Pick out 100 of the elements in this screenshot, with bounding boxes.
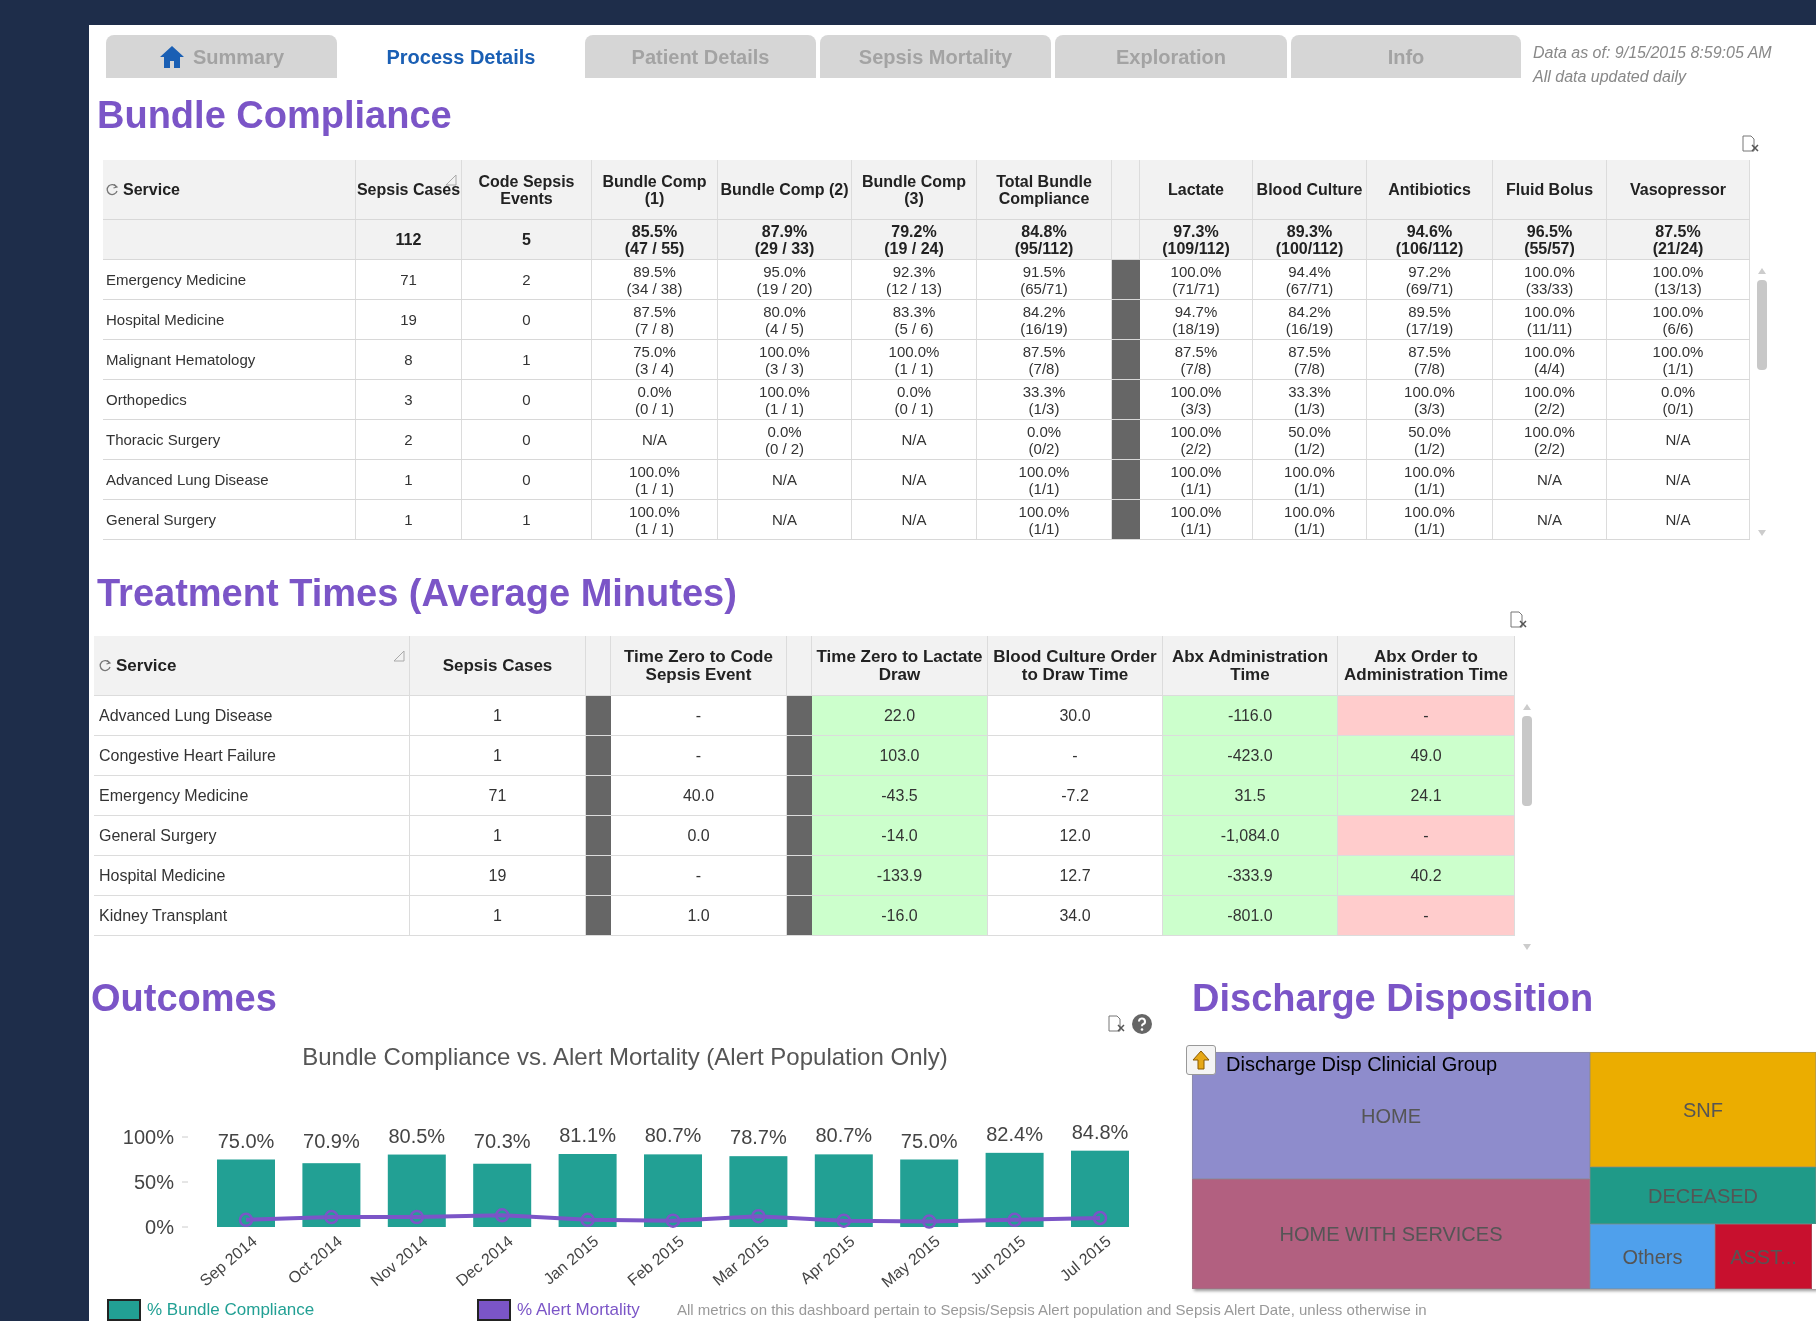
column-header[interactable]: Bundle Comp (1) (592, 160, 718, 219)
table-cell: 31.5 (1163, 776, 1338, 815)
column-header[interactable]: Sepsis Cases (356, 160, 462, 219)
table-cell: 112 (356, 220, 462, 259)
point (921, 1214, 937, 1229)
table-cell: General Surgery (94, 816, 410, 855)
table-cell: 100.0% (6/6) (1607, 300, 1750, 339)
table-cell: 2 (356, 420, 462, 459)
table-cell: 0.0% (0 / 1) (592, 380, 718, 419)
point (1007, 1212, 1022, 1228)
section-heading: Discharge Disposition (1192, 976, 1594, 1021)
table-cell: 87.9% (29 / 33) (718, 220, 852, 259)
table-cell: -133.9 (812, 856, 988, 895)
clear-selection-icon[interactable] (1509, 611, 1529, 629)
data-label: 78.7% (730, 1126, 787, 1149)
bar (900, 1159, 959, 1227)
table-cell: 3 (356, 380, 462, 419)
data-date-text: Data as of: 9/15/2015 8:59:05 AM (1533, 43, 1772, 63)
table-cell: 100.0% (1/1) (1607, 340, 1750, 379)
clear-selection-icon[interactable] (1741, 135, 1761, 153)
column-header[interactable]: Service (123, 181, 180, 198)
table-cell: 79.2% (19 / 24) (852, 220, 977, 259)
column-header[interactable]: Bundle Comp (2) (718, 160, 852, 219)
table-cell: Advanced Lung Disease (94, 696, 410, 735)
table-cell: 0.0% (0/1) (1607, 380, 1750, 419)
table-cell: 1 (462, 340, 592, 379)
table-cell: 0 (462, 420, 592, 459)
table-cell: 0.0% (0 / 2) (718, 420, 852, 459)
table-cell: - (1338, 896, 1515, 935)
data-label: 75.0% (900, 1129, 958, 1152)
table-cell: 94.4% (67/71) (1253, 260, 1367, 299)
column-header[interactable]: Sepsis Cases (410, 636, 586, 695)
column-header[interactable]: Blood Culture Order to Draw Time (988, 636, 1163, 695)
table-cell: 80.0% (4 / 5) (718, 300, 852, 339)
table-cell: 87.5% (21/24) (1607, 220, 1750, 259)
table-cell: Thoracic Surgery (103, 420, 356, 459)
bar (729, 1156, 788, 1227)
table-cell: 84.2% (16/19) (1253, 300, 1367, 339)
column-header[interactable]: Time Zero to Lactate Draw (812, 636, 988, 695)
table-cell: -14.0 (812, 816, 988, 855)
table-cell: 89.5% (17/19) (1367, 300, 1493, 339)
data-label: 81.1% (559, 1124, 616, 1146)
bar (473, 1163, 532, 1227)
sort-icon[interactable] (393, 650, 405, 662)
point (494, 1208, 510, 1223)
table-cell: 100.0% (1 / 1) (718, 380, 852, 419)
table-cell: 1 (356, 500, 462, 539)
table-cell: Orthopedics (103, 380, 356, 419)
table-cell: Malignant Hematology (103, 340, 356, 379)
table-cell: 89.3% (100/112) (1253, 220, 1367, 259)
column-header[interactable]: Bundle Comp (3) (852, 160, 977, 219)
table-cell: 0 (462, 460, 592, 499)
column-header[interactable]: Service (116, 656, 177, 675)
table-cell: 84.8% (95/112) (977, 220, 1112, 259)
table-cell: 0 (462, 300, 592, 339)
table-cell: 87.5% (7/8) (1253, 340, 1367, 379)
table-cell: 75.0% (3 / 4) (592, 340, 718, 379)
table-cell: 100.0% (11/11) (1493, 300, 1607, 339)
column-header[interactable]: Antibiotics (1367, 160, 1493, 219)
table-cell: General Surgery (103, 500, 356, 539)
column-header[interactable]: Vasopressor (1607, 160, 1750, 219)
table-cell: -116.0 (1163, 696, 1338, 735)
column-header[interactable]: Total Bundle Compliance (977, 160, 1112, 219)
legend-label[interactable]: % Alert Mortality (517, 1297, 677, 1321)
table-cell: 96.5% (55/57) (1493, 220, 1607, 259)
table-cell: N/A (1493, 460, 1607, 499)
section-heading: Outcomes (91, 976, 277, 1021)
table-cell: 100.0% (2/2) (1140, 420, 1253, 459)
column-header[interactable]: Abx Order to Administration Time (1338, 636, 1515, 695)
clear-selection-icon[interactable] (1107, 1015, 1127, 1033)
table-cell: 2 (462, 260, 592, 299)
table-cell: N/A (1493, 500, 1607, 539)
column-header[interactable]: Code Sepsis Events (462, 160, 592, 219)
table-cell: 1 (462, 500, 592, 539)
table-cell: 100.0% (3/3) (1140, 380, 1253, 419)
table-cell: Hospital Medicine (94, 856, 410, 895)
column-header[interactable]: Fluid Bolus (1493, 160, 1607, 219)
refresh-icon[interactable] (99, 659, 112, 672)
column-header[interactable]: Lactate (1140, 160, 1253, 219)
table-cell: 100.0% (1/1) (1367, 460, 1493, 499)
table-cell: 100.0% (13/13) (1607, 260, 1750, 299)
table-cell: 8 (356, 340, 462, 379)
help-icon[interactable] (1131, 1013, 1153, 1035)
table-cell: 50.0% (1/2) (1367, 420, 1493, 459)
table-cell: Congestive Heart Failure (94, 736, 410, 775)
data-label: 80.7% (644, 1124, 702, 1147)
table-cell: N/A (852, 420, 977, 459)
bar (217, 1159, 275, 1227)
data-label: 84.8% (1071, 1120, 1129, 1143)
table-cell: 89.5% (34 / 38) (592, 260, 718, 299)
legend-swatch (107, 1298, 141, 1321)
refresh-icon[interactable] (106, 183, 119, 196)
point (580, 1212, 595, 1228)
table-cell: 103.0 (812, 736, 988, 775)
column-header[interactable]: Time Zero to Code Sepsis Event (611, 636, 787, 695)
table-cell: 97.3% (109/112) (1140, 220, 1253, 259)
column-header[interactable]: Abx Administration Time (1163, 636, 1338, 695)
column-header[interactable]: Blood Culture (1253, 160, 1367, 219)
treemap-tile[interactable]: SNF (1590, 1052, 1816, 1167)
table-cell: Emergency Medicine (94, 776, 410, 815)
